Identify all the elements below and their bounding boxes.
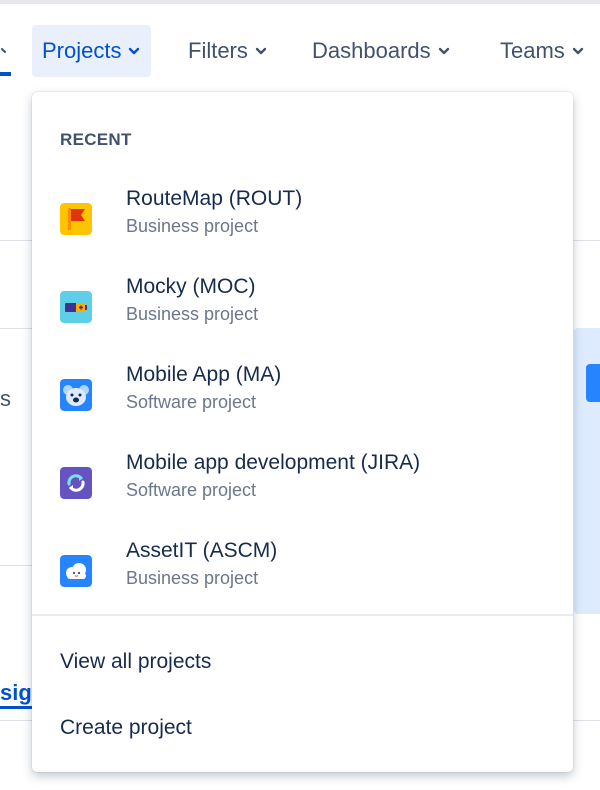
recent-heading: RECENT — [60, 130, 132, 149]
project-type: Business project — [126, 216, 259, 236]
bg-divider — [0, 328, 32, 329]
bg-divider — [573, 240, 600, 241]
project-name: Mobile app development (JIRA) — [126, 451, 421, 474]
nav-dashboards-label: Dashboards — [312, 38, 431, 63]
bg-side-tile — [586, 364, 600, 402]
top-border — [0, 0, 600, 4]
view-all-projects-link[interactable]: View all projects — [60, 650, 211, 674]
create-project-link[interactable]: Create project — [60, 716, 192, 740]
cloud-icon — [60, 555, 92, 587]
jira-page: s sig Projects Filters Dashboards Teams … — [0, 0, 600, 790]
project-name: Mobile App (MA) — [126, 363, 282, 386]
project-name: RouteMap (ROUT) — [126, 187, 303, 210]
refresh-icon — [60, 467, 92, 499]
bg-divider — [0, 565, 32, 566]
project-item-mocky[interactable]: Mocky (MOC) Business project — [32, 258, 573, 346]
project-type: Business project — [126, 568, 259, 588]
project-type: Software project — [126, 480, 257, 500]
nav-projects[interactable]: Projects — [32, 25, 152, 77]
chevron-down-icon[interactable] — [0, 42, 10, 60]
menu-divider — [32, 614, 573, 616]
chevron-down-icon — [254, 44, 268, 58]
bg-text-fragment: s — [0, 386, 11, 411]
nav-filters-label: Filters — [188, 38, 248, 63]
bg-divider — [0, 240, 32, 241]
bg-divider — [0, 720, 32, 721]
project-name: Mocky (MOC) — [126, 275, 256, 298]
recent-projects-list: RouteMap (ROUT) Business project Mocky (… — [32, 170, 573, 610]
nav-teams[interactable]: Teams — [490, 25, 595, 77]
project-type: Business project — [126, 304, 259, 324]
top-navigation: Projects Filters Dashboards Teams — [0, 24, 600, 78]
project-item-assetit[interactable]: AssetIT (ASCM) Business project — [32, 522, 573, 610]
nav-filters[interactable]: Filters — [178, 25, 278, 77]
flag-icon — [60, 203, 92, 235]
bg-tab-fragment[interactable]: sig — [0, 680, 32, 706]
project-type: Software project — [126, 392, 257, 412]
nav-teams-label: Teams — [500, 38, 565, 63]
chevron-down-icon — [127, 44, 141, 58]
project-item-mobile-app-development[interactable]: Mobile app development (JIRA) Software p… — [32, 434, 573, 522]
project-item-routemap[interactable]: RouteMap (ROUT) Business project — [32, 170, 573, 258]
chevron-down-icon — [437, 44, 451, 58]
nav-active-underline — [0, 72, 11, 76]
battery-icon — [60, 291, 92, 323]
chevron-down-icon — [571, 44, 585, 58]
project-name: AssetIT (ASCM) — [126, 539, 278, 562]
koala-icon — [60, 379, 92, 411]
projects-dropdown: RECENT RouteMap (ROUT) Business project — [32, 92, 573, 772]
bg-tab-underline — [0, 706, 34, 709]
nav-projects-label: Projects — [42, 38, 122, 63]
nav-dashboards[interactable]: Dashboards — [302, 25, 461, 77]
project-item-mobile-app[interactable]: Mobile App (MA) Software project — [32, 346, 573, 434]
bg-divider — [573, 720, 600, 721]
